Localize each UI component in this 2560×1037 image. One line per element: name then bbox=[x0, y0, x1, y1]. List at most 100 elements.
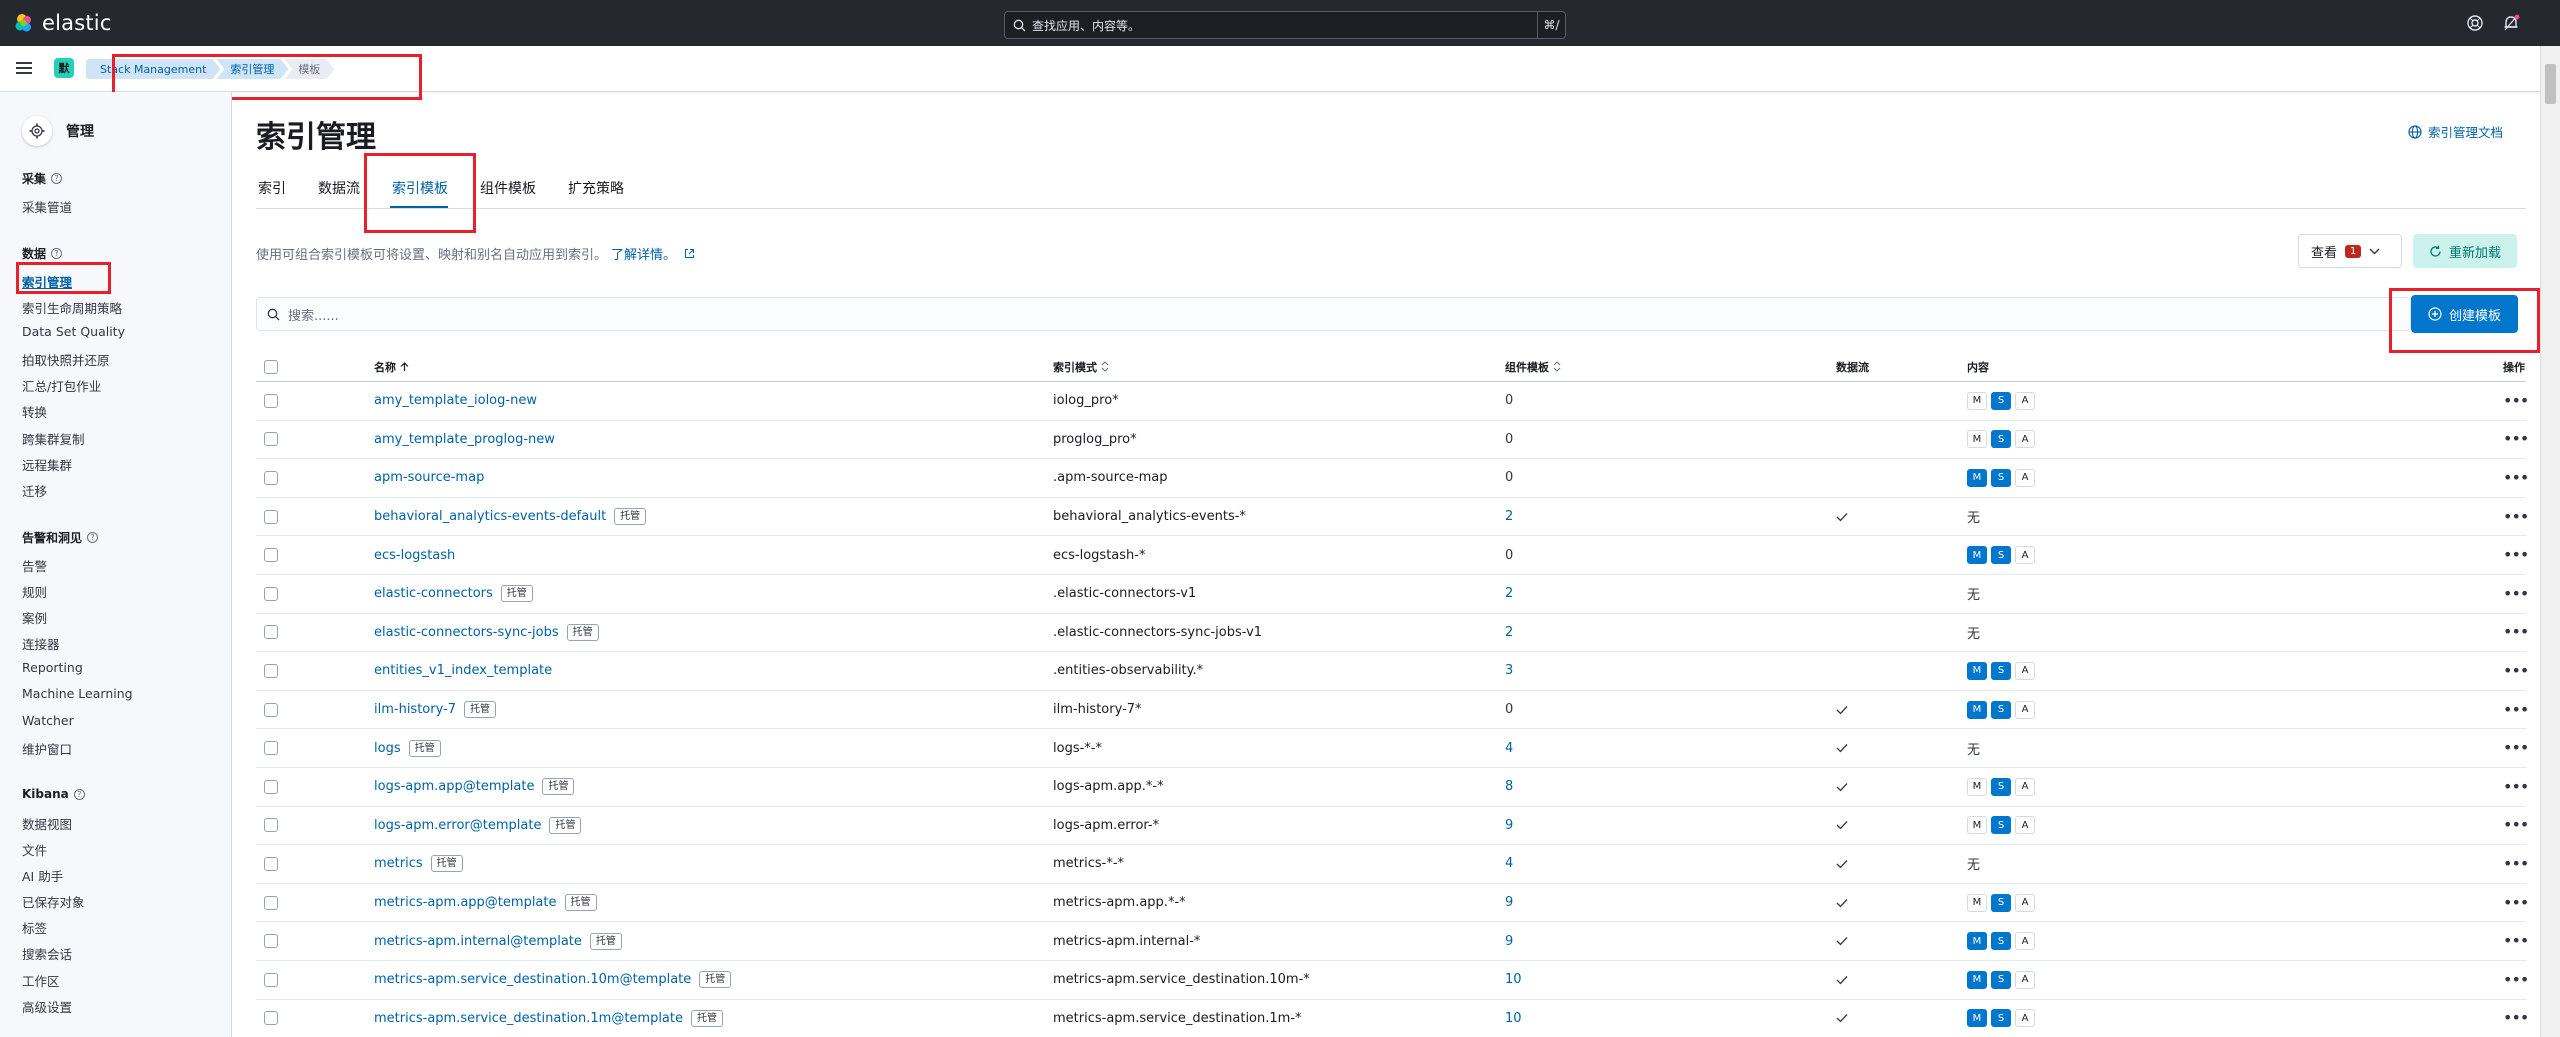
row-checkbox[interactable] bbox=[264, 548, 278, 563]
more-actions-icon[interactable]: ••• bbox=[2503, 431, 2529, 447]
template-name-link[interactable]: metrics-apm.service_destination.1m@templ… bbox=[374, 1011, 683, 1026]
component-templates-count[interactable]: 2 bbox=[1505, 586, 1513, 601]
select-all-checkbox[interactable] bbox=[264, 359, 278, 374]
breadcrumb-index-management[interactable]: 索引管理 bbox=[216, 59, 288, 79]
row-checkbox[interactable] bbox=[264, 432, 278, 447]
row-checkbox[interactable] bbox=[264, 625, 278, 640]
template-name-link[interactable]: logs-apm.app@template bbox=[374, 779, 534, 794]
page-scrollbar[interactable] bbox=[2540, 46, 2560, 1037]
row-checkbox[interactable] bbox=[264, 663, 278, 678]
global-search-input[interactable]: 查找应用、内容等。 ⌘/ bbox=[1004, 11, 1566, 39]
more-actions-icon[interactable]: ••• bbox=[2503, 701, 2529, 717]
more-actions-icon[interactable]: ••• bbox=[2503, 778, 2529, 794]
sidebar-item-reporting[interactable]: Reporting bbox=[22, 660, 83, 675]
sidebar-item-data-views[interactable]: 数据视图 bbox=[22, 814, 72, 833]
template-name-link[interactable]: amy_template_iolog-new bbox=[374, 393, 537, 408]
template-name-link[interactable]: metrics-apm.internal@template bbox=[374, 934, 582, 949]
info-icon[interactable]: ? bbox=[51, 248, 63, 259]
sidebar-item-maintenance-windows[interactable]: 维护窗口 bbox=[22, 739, 72, 758]
more-actions-icon[interactable]: ••• bbox=[2503, 894, 2529, 910]
tab-enrich-policies[interactable]: 扩充策略 bbox=[566, 178, 638, 208]
sidebar-item-machine-learning[interactable]: Machine Learning bbox=[22, 686, 133, 701]
component-templates-count[interactable]: 10 bbox=[1505, 1011, 1522, 1026]
space-avatar[interactable]: 默 bbox=[54, 58, 74, 78]
template-name-link[interactable]: metrics-apm.service_destination.10m@temp… bbox=[374, 972, 691, 987]
component-templates-count[interactable]: 4 bbox=[1505, 741, 1513, 756]
sidebar-item-transforms[interactable]: 转换 bbox=[22, 402, 47, 421]
more-actions-icon[interactable]: ••• bbox=[2503, 662, 2529, 678]
learn-more-link[interactable]: 了解详情。 bbox=[611, 244, 676, 263]
sidebar-item-migrate[interactable]: 迁移 bbox=[22, 481, 47, 500]
more-actions-icon[interactable]: ••• bbox=[2503, 392, 2529, 408]
template-name-link[interactable]: metrics bbox=[374, 856, 423, 871]
component-templates-count[interactable]: 2 bbox=[1505, 625, 1513, 640]
sidebar-item-watcher[interactable]: Watcher bbox=[22, 713, 74, 728]
sidebar-item-rules[interactable]: 规则 bbox=[22, 582, 47, 601]
template-name-link[interactable]: ecs-logstash bbox=[374, 548, 455, 563]
tab-component-templates[interactable]: 组件模板 bbox=[478, 178, 550, 208]
template-name-link[interactable]: metrics-apm.app@template bbox=[374, 895, 557, 910]
sidebar-item-index-management[interactable]: 索引管理 bbox=[22, 272, 72, 291]
template-name-link[interactable]: ilm-history-7 bbox=[374, 702, 456, 717]
column-header-name[interactable]: 名称 bbox=[374, 352, 409, 381]
sidebar-item-ilm-policies[interactable]: 索引生命周期策略 bbox=[22, 298, 122, 317]
more-actions-icon[interactable]: ••• bbox=[2503, 508, 2529, 524]
sidebar-item-search-sessions[interactable]: 搜索会话 bbox=[22, 944, 72, 963]
create-template-button[interactable]: 创建模板 bbox=[2411, 295, 2518, 333]
more-actions-icon[interactable]: ••• bbox=[2503, 469, 2529, 485]
template-name-link[interactable]: amy_template_proglog-new bbox=[374, 432, 555, 447]
row-checkbox[interactable] bbox=[264, 934, 278, 949]
template-name-link[interactable]: logs-apm.error@template bbox=[374, 818, 541, 833]
row-checkbox[interactable] bbox=[264, 779, 278, 794]
sidebar-item-files[interactable]: 文件 bbox=[22, 840, 47, 859]
row-checkbox[interactable] bbox=[264, 1011, 278, 1026]
sidebar-item-ingest-pipelines[interactable]: 采集管道 bbox=[22, 197, 72, 216]
info-icon[interactable]: ? bbox=[73, 788, 85, 800]
sidebar-item-spaces[interactable]: 工作区 bbox=[22, 971, 60, 990]
more-actions-icon[interactable]: ••• bbox=[2503, 971, 2529, 987]
component-templates-count[interactable]: 10 bbox=[1505, 972, 1522, 987]
sidebar-item-rollup-jobs[interactable]: 汇总/打包作业 bbox=[22, 376, 101, 395]
sidebar-item-saved-objects[interactable]: 已保存对象 bbox=[22, 892, 85, 911]
elastic-logo[interactable]: elastic bbox=[14, 11, 112, 35]
sidebar-item-ai-assistant[interactable]: AI 助手 bbox=[22, 866, 63, 885]
help-icon[interactable] bbox=[2466, 14, 2484, 32]
template-search-input[interactable]: 搜索...... bbox=[256, 297, 2411, 331]
row-checkbox[interactable] bbox=[264, 509, 278, 524]
sidebar-item-tags[interactable]: 标签 bbox=[22, 918, 47, 937]
index-management-docs-link[interactable]: 索引管理文档 bbox=[2408, 122, 2503, 141]
more-actions-icon[interactable]: ••• bbox=[2503, 817, 2529, 833]
template-name-link[interactable]: apm-source-map bbox=[374, 470, 484, 485]
template-name-link[interactable]: elastic-connectors bbox=[374, 586, 493, 601]
sidebar-item-alerts[interactable]: 告警 bbox=[22, 556, 47, 575]
more-actions-icon[interactable]: ••• bbox=[2503, 933, 2529, 949]
info-icon[interactable]: ? bbox=[51, 173, 63, 184]
component-templates-count[interactable]: 9 bbox=[1505, 895, 1513, 910]
sidebar-item-advanced-settings[interactable]: 高级设置 bbox=[22, 997, 72, 1016]
row-checkbox[interactable] bbox=[264, 972, 278, 987]
component-templates-count[interactable]: 9 bbox=[1505, 934, 1513, 949]
row-checkbox[interactable] bbox=[264, 895, 278, 910]
column-header-index-pattern[interactable]: 索引模式 bbox=[1053, 352, 1109, 381]
view-filter-button[interactable]: 查看 1 bbox=[2298, 234, 2402, 268]
reload-button[interactable]: 重新加载 bbox=[2413, 234, 2517, 268]
component-templates-count[interactable]: 4 bbox=[1505, 856, 1513, 871]
component-templates-count[interactable]: 3 bbox=[1505, 663, 1513, 678]
more-actions-icon[interactable]: ••• bbox=[2503, 1010, 2529, 1026]
sidebar-item-data-set-quality[interactable]: Data Set Quality bbox=[22, 324, 125, 339]
row-checkbox[interactable] bbox=[264, 470, 278, 485]
more-actions-icon[interactable]: ••• bbox=[2503, 585, 2529, 601]
template-name-link[interactable]: elastic-connectors-sync-jobs bbox=[374, 625, 559, 640]
template-name-link[interactable]: logs bbox=[374, 741, 401, 756]
template-name-link[interactable]: entities_v1_index_template bbox=[374, 663, 552, 678]
more-actions-icon[interactable]: ••• bbox=[2503, 855, 2529, 871]
sidebar-item-cross-cluster-replication[interactable]: 跨集群复制 bbox=[22, 429, 85, 448]
sidebar-item-connectors[interactable]: 连接器 bbox=[22, 634, 60, 653]
tab-indices[interactable]: 索引 bbox=[256, 178, 300, 208]
row-checkbox[interactable] bbox=[264, 856, 278, 871]
row-checkbox[interactable] bbox=[264, 702, 278, 717]
component-templates-count[interactable]: 2 bbox=[1505, 509, 1513, 524]
notifications-bell-icon[interactable] bbox=[2502, 14, 2520, 32]
more-actions-icon[interactable]: ••• bbox=[2503, 547, 2529, 563]
component-templates-count[interactable]: 8 bbox=[1505, 779, 1513, 794]
